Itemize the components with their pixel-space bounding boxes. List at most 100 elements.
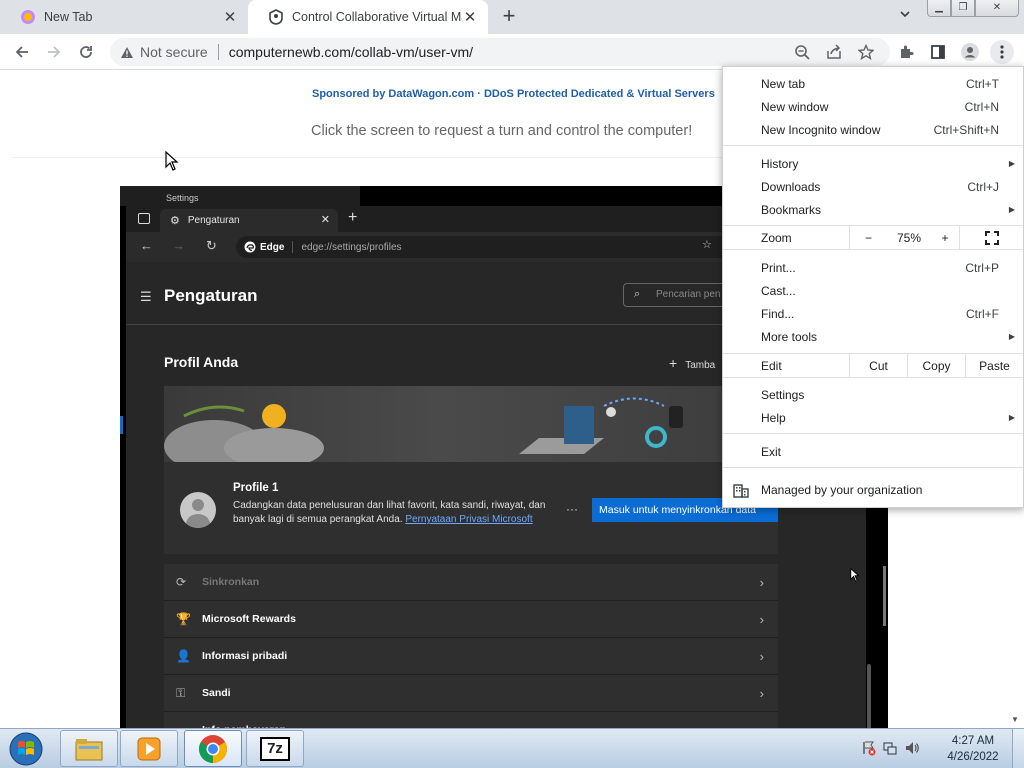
zoom-in-button[interactable]: + <box>931 226 959 249</box>
zoom-plus-label: + <box>941 230 949 245</box>
menu-item-exit[interactable]: Exit <box>723 440 1023 463</box>
forward-arrow-icon[interactable]: → <box>172 238 185 253</box>
reload-icon[interactable]: ↻ <box>206 238 217 254</box>
menu-label: Downloads <box>761 179 821 194</box>
paste-button[interactable]: Paste <box>965 354 1023 377</box>
settings-row-label: Microsoft Rewards <box>202 613 296 625</box>
menu-label: More tools <box>761 329 818 344</box>
zoom-minus-label: − <box>864 230 872 245</box>
turn-request-prompt: Click the screen to request a turn and c… <box>311 123 693 139</box>
back-arrow-icon[interactable]: ← <box>140 238 153 253</box>
cut-button[interactable]: Cut <box>849 354 907 377</box>
close-icon[interactable]: ✕ <box>321 213 330 226</box>
tab-new-tab[interactable]: New Tab ✕ <box>0 0 248 34</box>
clock-time: 4:27 AM <box>951 735 995 747</box>
start-button[interactable] <box>6 731 46 767</box>
network-icon[interactable] <box>882 740 898 759</box>
zoom-out-button[interactable]: − <box>849 226 887 249</box>
minimize-button[interactable]: ▁ <box>927 0 951 17</box>
settings-title: Pengaturan <box>164 286 258 305</box>
menu-item-settings[interactable]: Settings <box>723 383 1023 406</box>
chrome-icon[interactable] <box>184 730 242 767</box>
back-arrow-icon[interactable] <box>10 40 34 64</box>
action-center-icon[interactable] <box>862 740 876 759</box>
kebab-menu-icon[interactable] <box>990 40 1014 64</box>
settings-row[interactable]: ⟳ Sinkronkan › <box>164 564 778 601</box>
menu-label: Print... <box>761 260 796 275</box>
menu-item-more-tools[interactable]: More tools ▶ <box>723 325 1023 348</box>
menu-label: Managed by your organization <box>761 482 923 497</box>
url-text[interactable]: computernewb.com/collab-vm/user-vm/ <box>229 44 473 60</box>
address-bar[interactable]: Not secure computernewb.com/collab-vm/us… <box>110 38 890 66</box>
menu-item-history[interactable]: History ▶ <box>723 152 1023 175</box>
menu-item-find[interactable]: Find... Ctrl+F <box>723 302 1023 325</box>
chevron-right-icon: › <box>759 611 764 627</box>
copy-button[interactable]: Copy <box>907 354 965 377</box>
scrollbar[interactable] <box>883 566 886 626</box>
restore-button[interactable]: ❐ <box>951 0 975 17</box>
bookmark-star-icon[interactable] <box>854 40 878 64</box>
menu-item-cast[interactable]: Cast... <box>723 279 1023 302</box>
menu-item-new-tab[interactable]: New tab Ctrl+T <box>723 72 1023 95</box>
edge-address-bar[interactable]: Edge edge://settings/profiles <box>236 236 736 258</box>
collab-vm-favicon-icon <box>269 9 283 25</box>
more-options-button[interactable]: ··· <box>566 502 578 516</box>
clock[interactable]: 4:27 AM 4/26/2022 <box>944 733 1002 765</box>
security-label[interactable]: Not secure <box>140 44 208 60</box>
menu-item-downloads[interactable]: Downloads Ctrl+J <box>723 175 1023 198</box>
tab-actions-icon[interactable] <box>138 213 150 224</box>
menu-label: Exit <box>761 444 782 459</box>
menu-item-help[interactable]: Help ▶ <box>723 406 1023 429</box>
tab-collab-vm[interactable]: Control Collaborative Virtual Ma ✕ <box>248 0 488 34</box>
scroll-down-arrow-icon[interactable]: ▼ <box>1011 715 1019 724</box>
sponsor-link[interactable]: Sponsored by DataWagon.com · DDoS Protec… <box>312 88 715 100</box>
volume-icon[interactable] <box>904 740 920 759</box>
privacy-statement-link[interactable]: Pernyataan Privasi Microsoft <box>405 514 532 525</box>
menu-item-print[interactable]: Print... Ctrl+P <box>723 256 1023 279</box>
menu-item-new-incognito[interactable]: New Incognito window Ctrl+Shift+N <box>723 118 1023 141</box>
scrollbar[interactable] <box>867 664 871 728</box>
add-profile-button[interactable]: + Tamba <box>669 355 715 371</box>
hamburger-icon[interactable]: ☰ <box>140 289 152 305</box>
menu-item-new-window[interactable]: New window Ctrl+N <box>723 95 1023 118</box>
chevron-down-icon[interactable] <box>893 8 917 26</box>
close-icon[interactable]: ✕ <box>222 9 238 26</box>
menu-shortcut: Ctrl+T <box>966 76 999 91</box>
forward-arrow-icon[interactable] <box>42 40 66 64</box>
menu-separator <box>723 433 1023 434</box>
close-icon[interactable]: ✕ <box>462 9 478 26</box>
profile-banner-illustration <box>164 386 778 462</box>
warning-icon <box>121 46 133 58</box>
paste-label: Paste <box>979 358 1010 373</box>
extensions-icon[interactable] <box>894 40 918 64</box>
profile-card: Profile 1 Cadangkan data penelusuran dan… <box>164 462 778 554</box>
fullscreen-button[interactable] <box>959 226 1023 249</box>
zoom-value: 75% <box>896 230 922 245</box>
edge-tab-settings[interactable]: ⚙ Pengaturan ✕ <box>160 209 338 232</box>
settings-row[interactable]: ▭Info pembayaran› <box>164 712 778 728</box>
settings-row[interactable]: ⚿ Sandi › <box>164 675 778 712</box>
menu-item-bookmarks[interactable]: Bookmarks ▶ <box>723 198 1023 221</box>
show-desktop-button[interactable] <box>1012 729 1024 768</box>
settings-row[interactable]: 👤 Informasi pribadi › <box>164 638 778 675</box>
new-tab-button[interactable]: + <box>497 5 521 29</box>
tab-strip: New Tab ✕ Control Collaborative Virtual … <box>0 0 1024 34</box>
tab-title: Control Collaborative Virtual Ma <box>292 10 462 24</box>
explorer-icon[interactable] <box>60 730 118 767</box>
zoom-icon[interactable] <box>790 40 814 64</box>
edge-url[interactable]: edge://settings/profiles <box>301 242 401 253</box>
window-close-button[interactable]: ✕ <box>975 0 1019 17</box>
submenu-arrow-icon: ▶ <box>1008 332 1015 341</box>
settings-row[interactable]: 🏆 Microsoft Rewards › <box>164 601 778 638</box>
favorite-star-icon[interactable]: ☆ <box>702 238 712 251</box>
copy-label: Copy <box>922 358 951 373</box>
reload-icon[interactable] <box>74 40 98 64</box>
7zip-icon[interactable]: 7z <box>246 730 304 767</box>
menu-item-managed[interactable]: Managed by your organization <box>723 478 1023 501</box>
profile-avatar-icon[interactable] <box>958 40 982 64</box>
side-panel-icon[interactable] <box>926 40 950 64</box>
new-tab-button[interactable]: + <box>348 209 357 227</box>
share-icon[interactable] <box>822 40 846 64</box>
submenu-arrow-icon: ▶ <box>1008 205 1015 214</box>
media-player-icon[interactable] <box>120 730 178 767</box>
